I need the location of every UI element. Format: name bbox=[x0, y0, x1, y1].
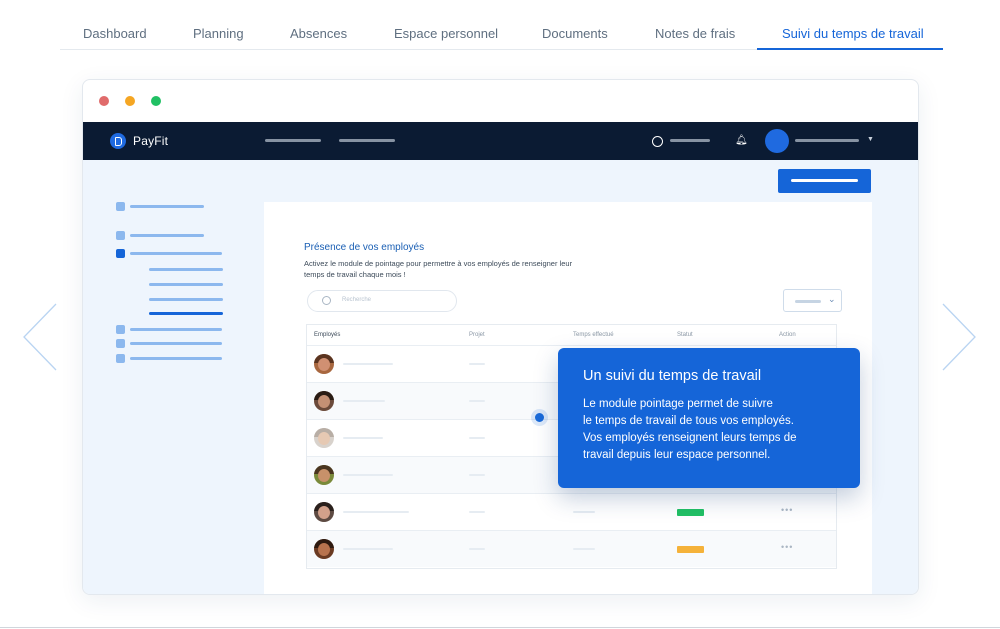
chevron-left-icon bbox=[23, 303, 57, 371]
search-input[interactable]: Recherche bbox=[307, 290, 457, 312]
sidebar-item-icon-active bbox=[116, 249, 125, 258]
tab-dashboard[interactable]: Dashboard bbox=[83, 26, 147, 41]
sidebar-item[interactable] bbox=[130, 328, 222, 331]
carousel-next-button[interactable] bbox=[941, 302, 977, 372]
chevron-right-icon bbox=[942, 303, 976, 371]
status-badge bbox=[677, 509, 704, 516]
window-maximize-dot bbox=[151, 96, 161, 106]
search-label-placeholder bbox=[670, 139, 710, 142]
card-subtitle: Activez le module de pointage pour perme… bbox=[304, 259, 573, 279]
sidebar-subitem[interactable] bbox=[149, 298, 223, 301]
divider bbox=[0, 627, 1000, 628]
app-logo-text: PayFit bbox=[133, 134, 169, 148]
tooltip-hotspot[interactable] bbox=[535, 413, 544, 422]
sidebar-subitem[interactable] bbox=[149, 283, 223, 286]
tooltip-body: Le module pointage permet de suivre le t… bbox=[583, 398, 797, 461]
column-header-temps: Temps effectué bbox=[573, 332, 614, 338]
filter-dropdown[interactable]: ⌄ bbox=[783, 289, 842, 312]
bell-icon[interactable]: 🔔︎ bbox=[735, 136, 748, 146]
search-icon bbox=[322, 296, 331, 305]
window-close-dot bbox=[99, 96, 109, 106]
payfit-logo-icon bbox=[110, 133, 126, 149]
top-tab-bar: Dashboard Planning Absences Espace perso… bbox=[60, 0, 943, 50]
employee-avatar bbox=[314, 354, 334, 374]
search-icon[interactable] bbox=[652, 136, 663, 147]
tab-notes-de-frais[interactable]: Notes de frais bbox=[655, 26, 735, 41]
app-navbar: PayFit 🔔︎ ▼ bbox=[83, 122, 918, 160]
more-actions-icon[interactable]: ••• bbox=[781, 505, 793, 515]
column-header-projet: Projet bbox=[469, 332, 485, 338]
user-name-placeholder bbox=[795, 139, 859, 142]
caret-down-icon[interactable]: ▼ bbox=[867, 136, 874, 143]
sidebar-subitem-active[interactable] bbox=[149, 312, 223, 315]
employee-avatar bbox=[314, 465, 334, 485]
active-tab-indicator bbox=[757, 48, 943, 50]
tab-espace-personnel[interactable]: Espace personnel bbox=[394, 26, 498, 41]
sidebar-item-active[interactable] bbox=[130, 252, 222, 255]
tab-absences[interactable]: Absences bbox=[290, 26, 347, 41]
primary-action-button[interactable] bbox=[778, 169, 871, 193]
tab-suivi-temps-travail[interactable]: Suivi du temps de travail bbox=[782, 26, 924, 41]
employee-avatar bbox=[314, 428, 334, 448]
sidebar-item-icon bbox=[116, 202, 125, 211]
column-header-action: Action bbox=[779, 332, 796, 338]
tab-planning[interactable]: Planning bbox=[193, 26, 244, 41]
table-row[interactable]: ••• bbox=[307, 530, 836, 567]
tooltip-title: Un suivi du temps de travail bbox=[583, 368, 762, 384]
employee-avatar bbox=[314, 391, 334, 411]
sidebar-item[interactable] bbox=[130, 342, 222, 345]
sidebar-item-icon bbox=[116, 339, 125, 348]
card-title: Présence de vos employés bbox=[304, 242, 425, 253]
user-avatar[interactable] bbox=[765, 129, 789, 153]
sidebar-item[interactable] bbox=[130, 357, 222, 360]
nav-link-placeholder[interactable] bbox=[339, 139, 395, 142]
window-minimize-dot bbox=[125, 96, 135, 106]
feature-tooltip: Un suivi du temps de travail Le module p… bbox=[558, 348, 860, 488]
status-badge bbox=[677, 546, 704, 553]
column-header-employes: Employés bbox=[314, 332, 341, 338]
sidebar-item[interactable] bbox=[130, 234, 204, 237]
more-actions-icon[interactable]: ••• bbox=[781, 542, 793, 552]
carousel-prev-button[interactable] bbox=[22, 302, 58, 372]
sidebar-item-icon bbox=[116, 231, 125, 240]
sidebar-subitem[interactable] bbox=[149, 268, 223, 271]
table-row[interactable]: ••• bbox=[307, 493, 836, 530]
tab-documents[interactable]: Documents bbox=[542, 26, 608, 41]
browser-window: PayFit 🔔︎ ▼ Présence de vos employés Act… bbox=[82, 79, 919, 595]
chevron-down-icon: ⌄ bbox=[828, 294, 836, 304]
sidebar-item-icon bbox=[116, 354, 125, 363]
column-header-statut: Statut bbox=[677, 332, 693, 338]
sidebar-item[interactable] bbox=[130, 205, 204, 208]
search-placeholder: Recherche bbox=[342, 297, 372, 303]
employee-avatar bbox=[314, 539, 334, 559]
nav-link-placeholder[interactable] bbox=[265, 139, 321, 142]
employee-avatar bbox=[314, 502, 334, 522]
sidebar-item-icon bbox=[116, 325, 125, 334]
